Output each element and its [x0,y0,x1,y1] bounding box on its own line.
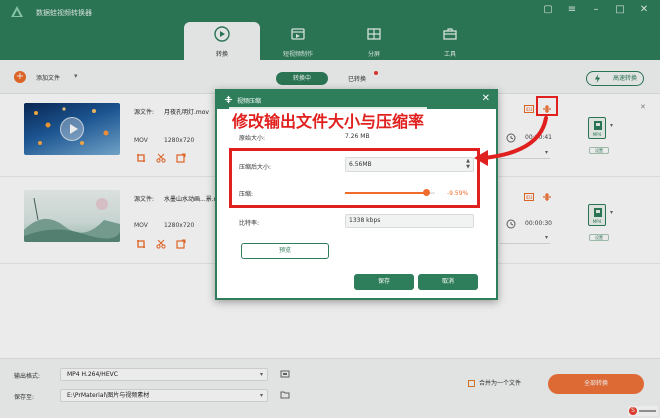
compress-icon [224,95,233,104]
dialog-title: 视频压缩 [237,98,262,105]
annotation-arrow-icon [474,116,548,166]
bitrate-value: 1338 kbps [349,217,381,224]
bitrate-field: 1338 kbps [345,214,474,228]
dialog-close-icon[interactable]: ✕ [482,93,490,104]
preview-button[interactable]: 预览 [241,243,329,259]
original-size-label: 原始大小: [239,135,266,142]
bitrate-label: 比特率: [239,220,260,227]
original-size-value: 7.26 MB [345,133,370,140]
annotation-caption: 修改输出文件大小与压缩率 [229,107,428,133]
cancel-button[interactable]: 取消 [418,274,478,290]
save-button[interactable]: 保存 [354,274,414,290]
annotation-highlight-box [229,148,480,208]
